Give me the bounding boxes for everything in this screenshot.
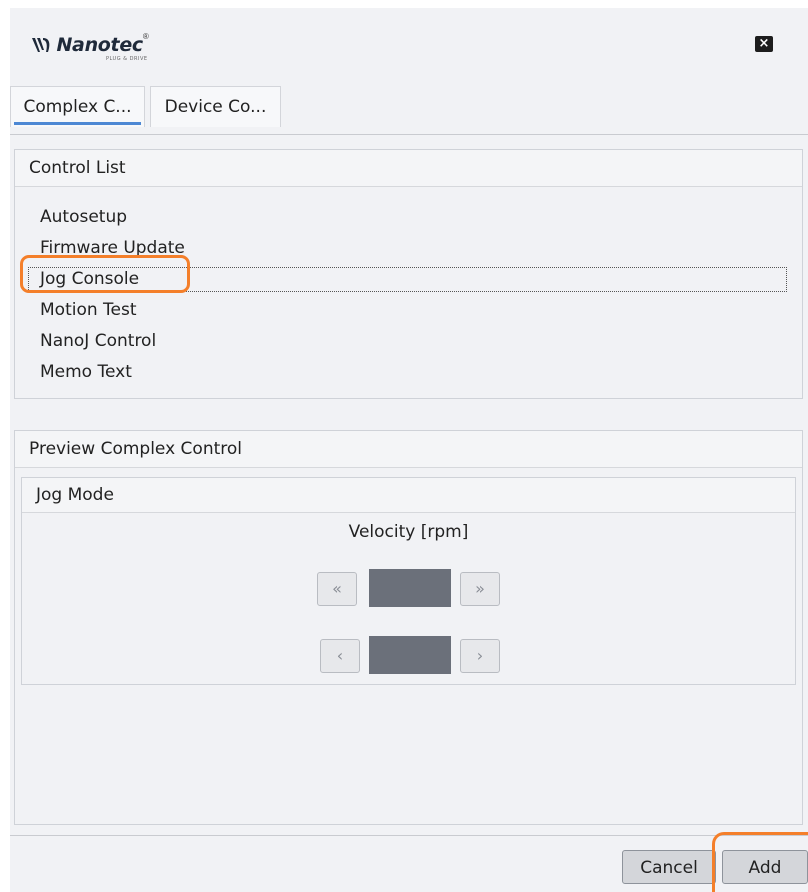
- jog-mode-title: Jog Mode: [22, 478, 795, 513]
- tab-complex-controls[interactable]: Complex C...: [10, 86, 145, 127]
- velocity-label: Velocity [rpm]: [348, 522, 469, 542]
- control-list: Autosetup Firmware Update Jog Console Mo…: [15, 202, 802, 388]
- chevron-right-icon: ›: [476, 646, 484, 665]
- jog-mode-panel: Jog Mode Velocity [rpm] « » ‹ ›: [21, 477, 796, 685]
- list-item-jog-console[interactable]: Jog Console: [25, 264, 790, 295]
- preview-title: Preview Complex Control: [15, 431, 802, 468]
- list-item-autosetup[interactable]: Autosetup: [15, 202, 802, 233]
- list-item-firmware-update[interactable]: Firmware Update: [15, 233, 802, 264]
- list-item-memo-text[interactable]: Memo Text: [15, 357, 802, 388]
- tab-label: Device Co...: [164, 97, 267, 117]
- fast-backward-button[interactable]: «: [317, 572, 357, 606]
- brand-tagline: PLUG & DRIVE: [106, 56, 148, 62]
- tab-divider: [10, 134, 808, 135]
- double-chevron-left-icon: «: [332, 579, 342, 598]
- preview-panel: Preview Complex Control Jog Mode Velocit…: [14, 430, 803, 825]
- slow-backward-button[interactable]: ‹: [320, 639, 360, 673]
- brand-name: Nanotec: [56, 34, 143, 56]
- slow-velocity-value: [369, 636, 451, 674]
- cancel-button[interactable]: Cancel: [622, 850, 716, 884]
- list-item-motion-test[interactable]: Motion Test: [15, 295, 802, 326]
- nanotec-logo-icon: [32, 38, 50, 52]
- tab-bar: Complex C... Device Co...: [10, 86, 808, 136]
- list-item-nanoj-control[interactable]: NanoJ Control: [15, 326, 802, 357]
- slow-forward-button[interactable]: ›: [460, 639, 500, 673]
- brand-registered: ®: [142, 32, 149, 41]
- active-tab-indicator: [14, 122, 141, 125]
- tab-label: Complex C...: [23, 97, 132, 117]
- control-list-title: Control List: [15, 150, 802, 187]
- add-button[interactable]: Add: [722, 850, 808, 884]
- chevron-left-icon: ‹: [336, 646, 344, 665]
- fast-forward-button[interactable]: »: [460, 572, 500, 606]
- footer-divider: [10, 835, 808, 836]
- close-icon[interactable]: ×: [755, 36, 773, 52]
- control-list-panel: Control List Autosetup Firmware Update J…: [14, 149, 803, 399]
- fast-velocity-value: [369, 569, 451, 607]
- nanotec-logo: Nanotec® PLUG & DRIVE: [30, 32, 149, 62]
- double-chevron-right-icon: »: [475, 579, 485, 598]
- tab-device-controls[interactable]: Device Co...: [150, 86, 281, 127]
